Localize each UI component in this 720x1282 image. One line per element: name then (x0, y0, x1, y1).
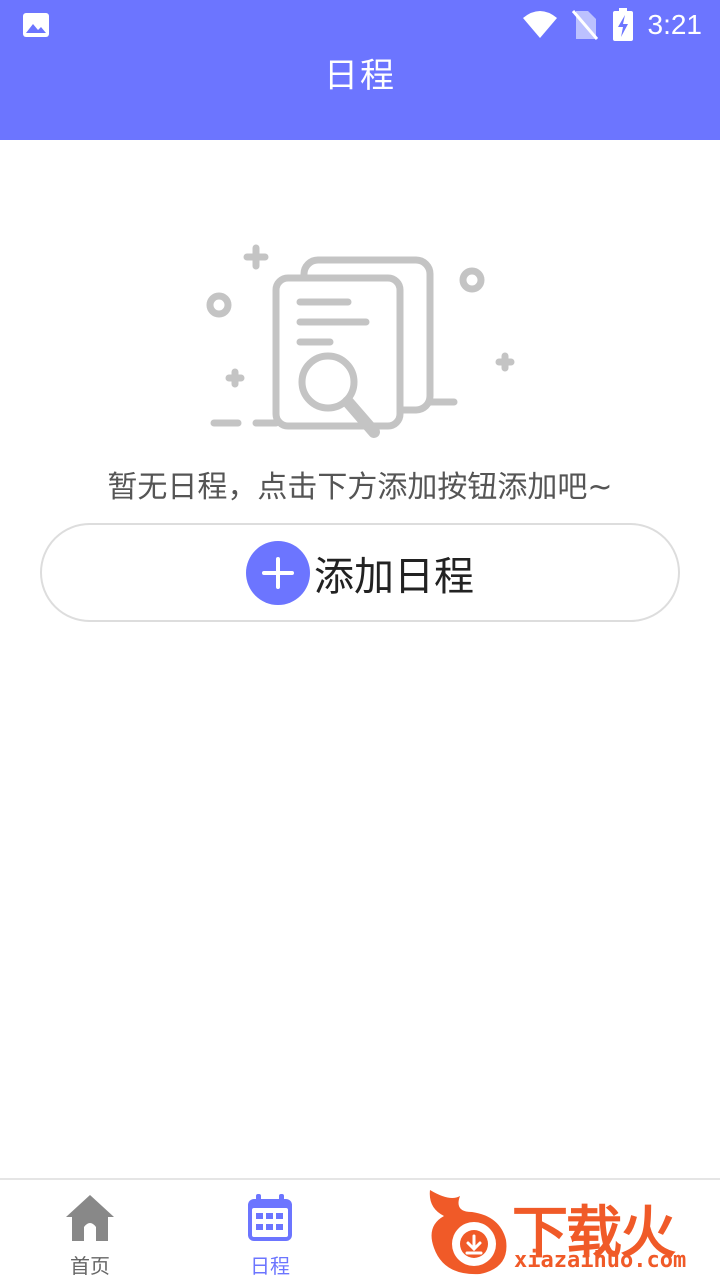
watermark-domain: xiazaihuo.com (514, 1248, 687, 1273)
empty-message: 暂无日程，点击下方添加按钮添加吧~ (107, 470, 613, 505)
app-header: 3:21 日程 (0, 0, 720, 140)
status-time: 3:21 (647, 9, 703, 40)
calendar-icon (248, 1194, 292, 1241)
image-icon (23, 13, 49, 37)
tab-schedule-label: 日程 (250, 1254, 290, 1278)
watermark-logo: 下载火 xiazaihuo.com (420, 1182, 716, 1278)
home-icon (66, 1195, 114, 1241)
page-title: 日程 (324, 56, 396, 96)
no-sim-icon (571, 10, 598, 40)
wifi-icon (522, 11, 557, 38)
document-search-icon (206, 244, 515, 438)
add-schedule-label: 添加日程 (314, 553, 474, 600)
flame-logo-icon (429, 1190, 507, 1275)
plus-icon (246, 540, 310, 605)
add-schedule-button[interactable]: 添加日程 (40, 523, 680, 622)
status-icons: 3:21 (522, 8, 703, 42)
battery-charging-icon (612, 8, 633, 41)
tab-schedule[interactable]: 日程 (180, 1180, 360, 1282)
tab-home-label: 首页 (70, 1254, 110, 1278)
status-bar: 3:21 (0, 0, 720, 50)
tab-home[interactable]: 首页 (0, 1180, 180, 1282)
